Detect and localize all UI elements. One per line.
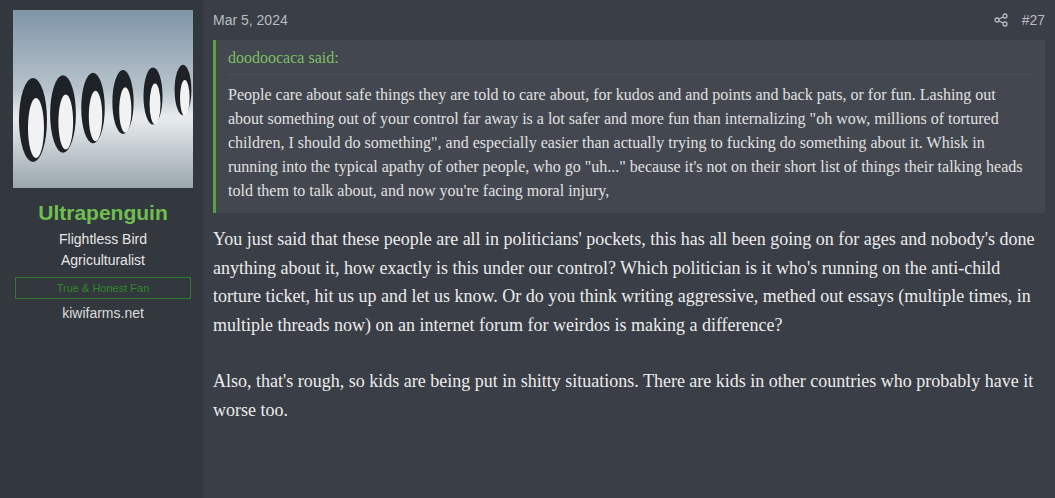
quote-text: People care about safe things they are t… (228, 83, 1033, 203)
avatar-picture (13, 10, 193, 188)
user-sidebar: Ultrapenguin Flightless Bird Agricultural… (0, 0, 203, 498)
user-avatar[interactable] (13, 10, 193, 188)
post-header-actions: #27 (994, 12, 1045, 28)
post-date[interactable]: Mar 5, 2024 (213, 12, 288, 28)
share-icon[interactable] (994, 13, 1008, 27)
forum-post: Ultrapenguin Flightless Bird Agricultural… (0, 0, 1055, 498)
post-header: Mar 5, 2024 #27 (213, 10, 1045, 40)
user-site: kiwifarms.net (62, 305, 144, 321)
user-title: Flightless Bird Agriculturalist (13, 229, 193, 271)
quote-author[interactable]: doodoocaca said: (228, 46, 1033, 75)
post-number[interactable]: #27 (1022, 12, 1045, 28)
post-body: You just said that these people are all … (213, 213, 1045, 424)
quote-block: doodoocaca said: People care about safe t… (213, 40, 1045, 213)
post-paragraph: Also, that's rough, so kids are being pu… (213, 367, 1045, 424)
post-paragraph: You just said that these people are all … (213, 225, 1045, 339)
username[interactable]: Ultrapenguin (38, 200, 168, 226)
post-content: Mar 5, 2024 #27 doodoocaca said: People car… (203, 0, 1055, 498)
user-badge: True & Honest Fan (15, 277, 191, 299)
